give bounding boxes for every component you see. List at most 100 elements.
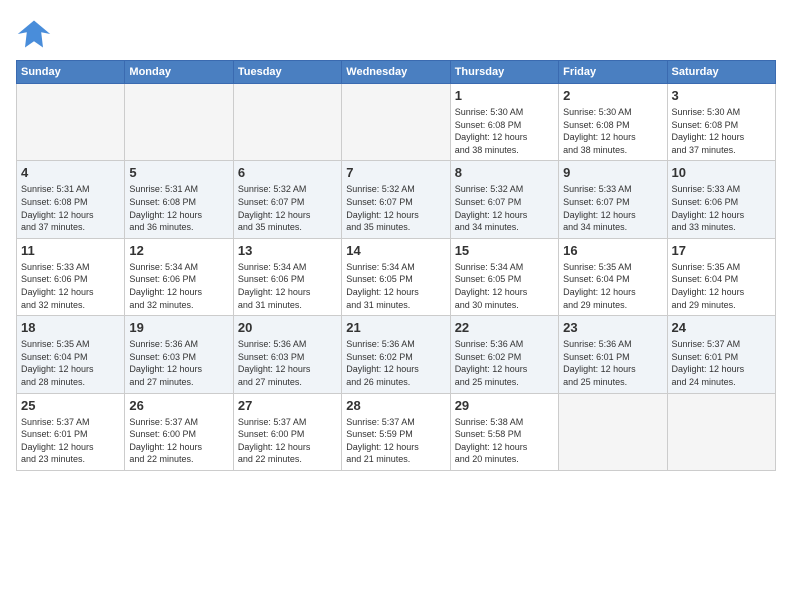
- calendar-cell: [342, 84, 450, 161]
- day-info: Sunrise: 5:32 AM Sunset: 6:07 PM Dayligh…: [455, 183, 554, 233]
- day-info: Sunrise: 5:34 AM Sunset: 6:05 PM Dayligh…: [455, 261, 554, 311]
- calendar-cell: 1 Sunrise: 5:30 AM Sunset: 6:08 PM Daylig…: [450, 84, 558, 161]
- day-number: 12: [129, 243, 228, 258]
- day-info: Sunrise: 5:35 AM Sunset: 6:04 PM Dayligh…: [672, 261, 771, 311]
- day-header-tuesday: Tuesday: [233, 61, 341, 84]
- day-header-sunday: Sunday: [17, 61, 125, 84]
- day-number: 22: [455, 320, 554, 335]
- day-number: 25: [21, 398, 120, 413]
- calendar-cell: 26 Sunrise: 5:37 AM Sunset: 6:00 PM Dayli…: [125, 393, 233, 470]
- calendar-table: SundayMondayTuesdayWednesdayThursdayFrid…: [16, 60, 776, 471]
- calendar-cell: 4 Sunrise: 5:31 AM Sunset: 6:08 PM Daylig…: [17, 161, 125, 238]
- day-number: 23: [563, 320, 662, 335]
- day-number: 3: [672, 88, 771, 103]
- day-number: 21: [346, 320, 445, 335]
- logo: [16, 16, 58, 52]
- day-info: Sunrise: 5:37 AM Sunset: 6:00 PM Dayligh…: [129, 416, 228, 466]
- day-info: Sunrise: 5:34 AM Sunset: 6:06 PM Dayligh…: [129, 261, 228, 311]
- calendar-cell: 21 Sunrise: 5:36 AM Sunset: 6:02 PM Dayli…: [342, 316, 450, 393]
- calendar-cell: 2 Sunrise: 5:30 AM Sunset: 6:08 PM Daylig…: [559, 84, 667, 161]
- calendar-cell: [17, 84, 125, 161]
- calendar-cell: [559, 393, 667, 470]
- calendar-cell: 3 Sunrise: 5:30 AM Sunset: 6:08 PM Daylig…: [667, 84, 775, 161]
- calendar-cell: 14 Sunrise: 5:34 AM Sunset: 6:05 PM Dayli…: [342, 238, 450, 315]
- day-info: Sunrise: 5:32 AM Sunset: 6:07 PM Dayligh…: [238, 183, 337, 233]
- calendar-cell: 13 Sunrise: 5:34 AM Sunset: 6:06 PM Dayli…: [233, 238, 341, 315]
- calendar-cell: 20 Sunrise: 5:36 AM Sunset: 6:03 PM Dayli…: [233, 316, 341, 393]
- day-info: Sunrise: 5:36 AM Sunset: 6:02 PM Dayligh…: [346, 338, 445, 388]
- day-info: Sunrise: 5:35 AM Sunset: 6:04 PM Dayligh…: [563, 261, 662, 311]
- day-info: Sunrise: 5:30 AM Sunset: 6:08 PM Dayligh…: [672, 106, 771, 156]
- calendar-cell: 23 Sunrise: 5:36 AM Sunset: 6:01 PM Dayli…: [559, 316, 667, 393]
- day-number: 27: [238, 398, 337, 413]
- calendar-cell: 8 Sunrise: 5:32 AM Sunset: 6:07 PM Daylig…: [450, 161, 558, 238]
- day-number: 7: [346, 165, 445, 180]
- day-number: 24: [672, 320, 771, 335]
- page-header: [16, 16, 776, 52]
- day-info: Sunrise: 5:31 AM Sunset: 6:08 PM Dayligh…: [21, 183, 120, 233]
- day-number: 11: [21, 243, 120, 258]
- day-info: Sunrise: 5:38 AM Sunset: 5:58 PM Dayligh…: [455, 416, 554, 466]
- day-number: 20: [238, 320, 337, 335]
- day-info: Sunrise: 5:37 AM Sunset: 6:00 PM Dayligh…: [238, 416, 337, 466]
- calendar-cell: 29Sunrise: 5:38 AM Sunset: 5:58 PM Dayli…: [450, 393, 558, 470]
- day-header-monday: Monday: [125, 61, 233, 84]
- calendar-cell: 10Sunrise: 5:33 AM Sunset: 6:06 PM Dayli…: [667, 161, 775, 238]
- calendar-cell: 28 Sunrise: 5:37 AM Sunset: 5:59 PM Dayli…: [342, 393, 450, 470]
- day-info: Sunrise: 5:33 AM Sunset: 6:07 PM Dayligh…: [563, 183, 662, 233]
- day-info: Sunrise: 5:32 AM Sunset: 6:07 PM Dayligh…: [346, 183, 445, 233]
- logo-icon: [16, 16, 52, 52]
- day-number: 18: [21, 320, 120, 335]
- day-info: Sunrise: 5:31 AM Sunset: 6:08 PM Dayligh…: [129, 183, 228, 233]
- calendar-cell: 16 Sunrise: 5:35 AM Sunset: 6:04 PM Dayli…: [559, 238, 667, 315]
- day-info: Sunrise: 5:30 AM Sunset: 6:08 PM Dayligh…: [455, 106, 554, 156]
- day-number: 8: [455, 165, 554, 180]
- day-number: 6: [238, 165, 337, 180]
- calendar-cell: 25 Sunrise: 5:37 AM Sunset: 6:01 PM Dayli…: [17, 393, 125, 470]
- day-info: Sunrise: 5:30 AM Sunset: 6:08 PM Dayligh…: [563, 106, 662, 156]
- day-info: Sunrise: 5:35 AM Sunset: 6:04 PM Dayligh…: [21, 338, 120, 388]
- day-number: 5: [129, 165, 228, 180]
- calendar-cell: 15Sunrise: 5:34 AM Sunset: 6:05 PM Dayli…: [450, 238, 558, 315]
- day-number: 19: [129, 320, 228, 335]
- day-number: 2: [563, 88, 662, 103]
- day-info: Sunrise: 5:34 AM Sunset: 6:05 PM Dayligh…: [346, 261, 445, 311]
- day-number: 14: [346, 243, 445, 258]
- day-header-wednesday: Wednesday: [342, 61, 450, 84]
- day-number: 9: [563, 165, 662, 180]
- calendar-week-3: 11 Sunrise: 5:33 AM Sunset: 6:06 PM Dayli…: [17, 238, 776, 315]
- calendar-cell: 12 Sunrise: 5:34 AM Sunset: 6:06 PM Dayli…: [125, 238, 233, 315]
- day-info: Sunrise: 5:36 AM Sunset: 6:02 PM Dayligh…: [455, 338, 554, 388]
- day-number: 13: [238, 243, 337, 258]
- calendar-cell: 19 Sunrise: 5:36 AM Sunset: 6:03 PM Dayli…: [125, 316, 233, 393]
- day-header-friday: Friday: [559, 61, 667, 84]
- calendar-cell: 27 Sunrise: 5:37 AM Sunset: 6:00 PM Dayli…: [233, 393, 341, 470]
- calendar-cell: 6 Sunrise: 5:32 AM Sunset: 6:07 PM Daylig…: [233, 161, 341, 238]
- day-number: 1: [455, 88, 554, 103]
- day-info: Sunrise: 5:37 AM Sunset: 5:59 PM Dayligh…: [346, 416, 445, 466]
- calendar-cell: 18 Sunrise: 5:35 AM Sunset: 6:04 PM Dayli…: [17, 316, 125, 393]
- day-number: 26: [129, 398, 228, 413]
- calendar-cell: [233, 84, 341, 161]
- calendar-cell: 7 Sunrise: 5:32 AM Sunset: 6:07 PM Daylig…: [342, 161, 450, 238]
- day-number: 17: [672, 243, 771, 258]
- calendar-week-1: 1 Sunrise: 5:30 AM Sunset: 6:08 PM Daylig…: [17, 84, 776, 161]
- calendar-cell: 17 Sunrise: 5:35 AM Sunset: 6:04 PM Dayli…: [667, 238, 775, 315]
- day-header-saturday: Saturday: [667, 61, 775, 84]
- day-number: 16: [563, 243, 662, 258]
- day-info: Sunrise: 5:37 AM Sunset: 6:01 PM Dayligh…: [21, 416, 120, 466]
- calendar-cell: [667, 393, 775, 470]
- calendar-cell: 22 Sunrise: 5:36 AM Sunset: 6:02 PM Dayli…: [450, 316, 558, 393]
- day-info: Sunrise: 5:33 AM Sunset: 6:06 PM Dayligh…: [21, 261, 120, 311]
- day-info: Sunrise: 5:33 AM Sunset: 6:06 PM Dayligh…: [672, 183, 771, 233]
- day-header-thursday: Thursday: [450, 61, 558, 84]
- day-info: Sunrise: 5:34 AM Sunset: 6:06 PM Dayligh…: [238, 261, 337, 311]
- day-info: Sunrise: 5:36 AM Sunset: 6:03 PM Dayligh…: [238, 338, 337, 388]
- day-info: Sunrise: 5:36 AM Sunset: 6:03 PM Dayligh…: [129, 338, 228, 388]
- calendar-week-2: 4 Sunrise: 5:31 AM Sunset: 6:08 PM Daylig…: [17, 161, 776, 238]
- calendar-header-row: SundayMondayTuesdayWednesdayThursdayFrid…: [17, 61, 776, 84]
- day-number: 28: [346, 398, 445, 413]
- day-number: 4: [21, 165, 120, 180]
- day-info: Sunrise: 5:36 AM Sunset: 6:01 PM Dayligh…: [563, 338, 662, 388]
- calendar-cell: 11 Sunrise: 5:33 AM Sunset: 6:06 PM Dayli…: [17, 238, 125, 315]
